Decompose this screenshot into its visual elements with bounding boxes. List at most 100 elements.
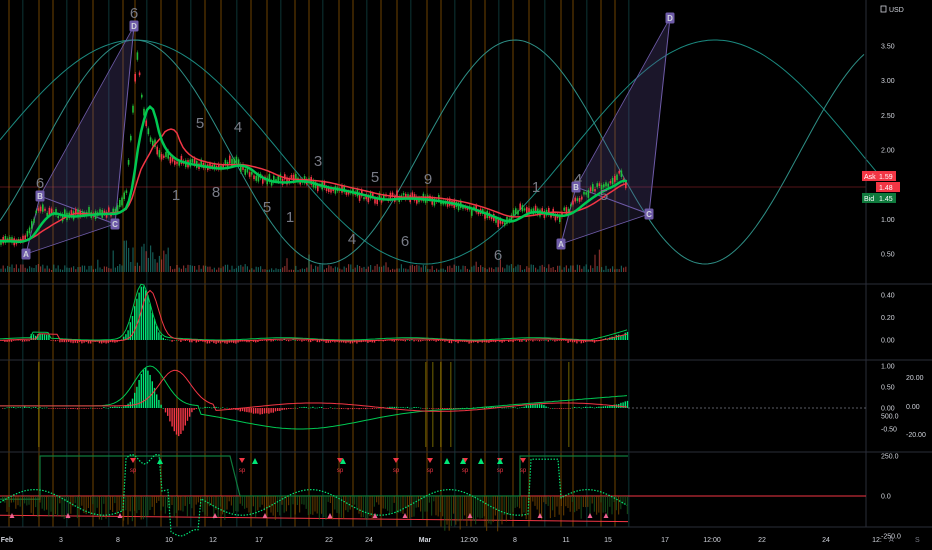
currency-label: USD [889,7,904,14]
volume-bar [295,265,297,272]
wave-label: 6 [36,175,44,192]
volume-bar [165,254,167,272]
volume-bar [284,266,286,272]
osc1-histogram-bar [191,340,193,343]
osc1-histogram-bar [400,340,402,341]
osc3-histogram-bar [356,496,358,509]
volume-bar [134,266,136,272]
osc2-histogram-bar [54,408,57,409]
osc3-histogram-bar [156,496,158,503]
osc3-histogram-bar [554,496,556,517]
osc3-histogram-bar [512,496,514,513]
osc2-histogram-bar [200,407,202,409]
session-line [338,0,340,527]
candle-body [174,160,176,165]
osc3-histogram-bar [611,496,613,515]
candle-body [160,154,163,160]
osc2-histogram-bar [48,408,50,409]
volume-bar [594,254,596,272]
volume-bar [403,268,405,272]
osc1-histogram-bar [310,340,312,343]
osc3-histogram-bar [233,496,235,513]
osc3-histogram-bar [96,496,98,508]
osc3-histogram-bar [534,496,536,506]
osc3-histogram-bar [186,496,188,517]
osc2-histogram-bar [72,408,74,409]
volume-bar [570,265,572,272]
osc2-histogram-bar [217,407,219,409]
volume-bar [73,266,75,272]
volume-bar [341,269,343,272]
trading-chart[interactable]: 61584513456961 456 ABCDABCD 0.400.200.00 … [0,0,932,550]
osc3-histogram-bar [98,496,100,520]
volume-bar [242,266,244,272]
volume-bar [565,265,567,272]
osc2-histogram-bar [620,402,622,408]
volume-bar [350,264,352,272]
volume-bar [123,240,125,272]
osc3-histogram-bar [413,496,415,517]
candle-body [616,174,618,181]
volume-bar [169,266,171,272]
candle-body [244,168,246,175]
osc1-histogram-bar [182,340,184,341]
volume-bar [13,268,15,272]
candle-body [42,204,44,212]
osc1-histogram-bar [422,340,424,341]
osc3-histogram-bar [37,496,39,517]
osc1-histogram-bar [178,340,180,341]
candle-body [134,74,136,82]
volume-bar [187,264,189,272]
volume-bar [378,266,380,272]
osc2-histogram-bar [450,408,453,409]
volume-bar [156,262,158,272]
date-tick-label: 15 [604,537,612,544]
osc1-histogram-bar [437,340,439,341]
osc3-histogram-bar [305,496,307,509]
osc3-histogram-bar [329,496,331,503]
volume-bar [279,269,281,272]
osc3-histogram-bar [398,496,400,513]
osc1-histogram-bar [285,340,288,341]
osc1-histogram-bar [312,340,314,342]
date-tick-label: 8 [116,537,120,544]
date-tick-label: 17 [661,537,669,544]
log-scale-button[interactable]: S [915,537,920,544]
osc1-histogram-bar [175,339,178,341]
osc3-histogram-bar [164,496,166,514]
osc2-histogram-bar [173,408,175,432]
volume-bar [427,268,429,272]
osc3-histogram-bar [184,496,186,506]
candle-body [572,200,574,205]
osc3-histogram-bar [296,496,298,505]
osc3-histogram-bar [455,496,457,525]
candle-body [116,205,119,212]
osc2-histogram-bar [437,408,439,409]
osc3-histogram-bar [131,496,133,522]
osc3-histogram-bar [536,496,538,510]
osc3-histogram-bar [74,496,76,504]
osc2-histogram-bar [285,408,288,410]
volume-bar [2,265,4,272]
candle-body [576,198,579,201]
osc2-histogram-bar [299,407,301,408]
osc3-histogram-bar [598,496,600,513]
osc3-histogram-bar [514,496,516,508]
auto-scale-button[interactable]: A [889,537,894,544]
volume-bar [460,269,462,272]
osc3-histogram-bar [312,496,314,515]
volume-bar [618,269,620,272]
osc3-histogram-bar [314,496,316,512]
volume-bar [337,267,339,272]
osc2-right-tick-label: 20.00 [906,375,924,382]
osc2-histogram-bar [171,408,173,427]
osc3-histogram-bar [417,496,419,508]
osc2-histogram-bar [510,407,512,409]
osc2-histogram-bar [589,406,591,408]
osc1-histogram-bar [538,340,541,342]
candle-body [363,197,365,200]
candle-body [37,208,40,211]
volume-bar [623,267,625,272]
osc3-histogram-bar [530,496,532,520]
volume-bar [583,266,585,272]
